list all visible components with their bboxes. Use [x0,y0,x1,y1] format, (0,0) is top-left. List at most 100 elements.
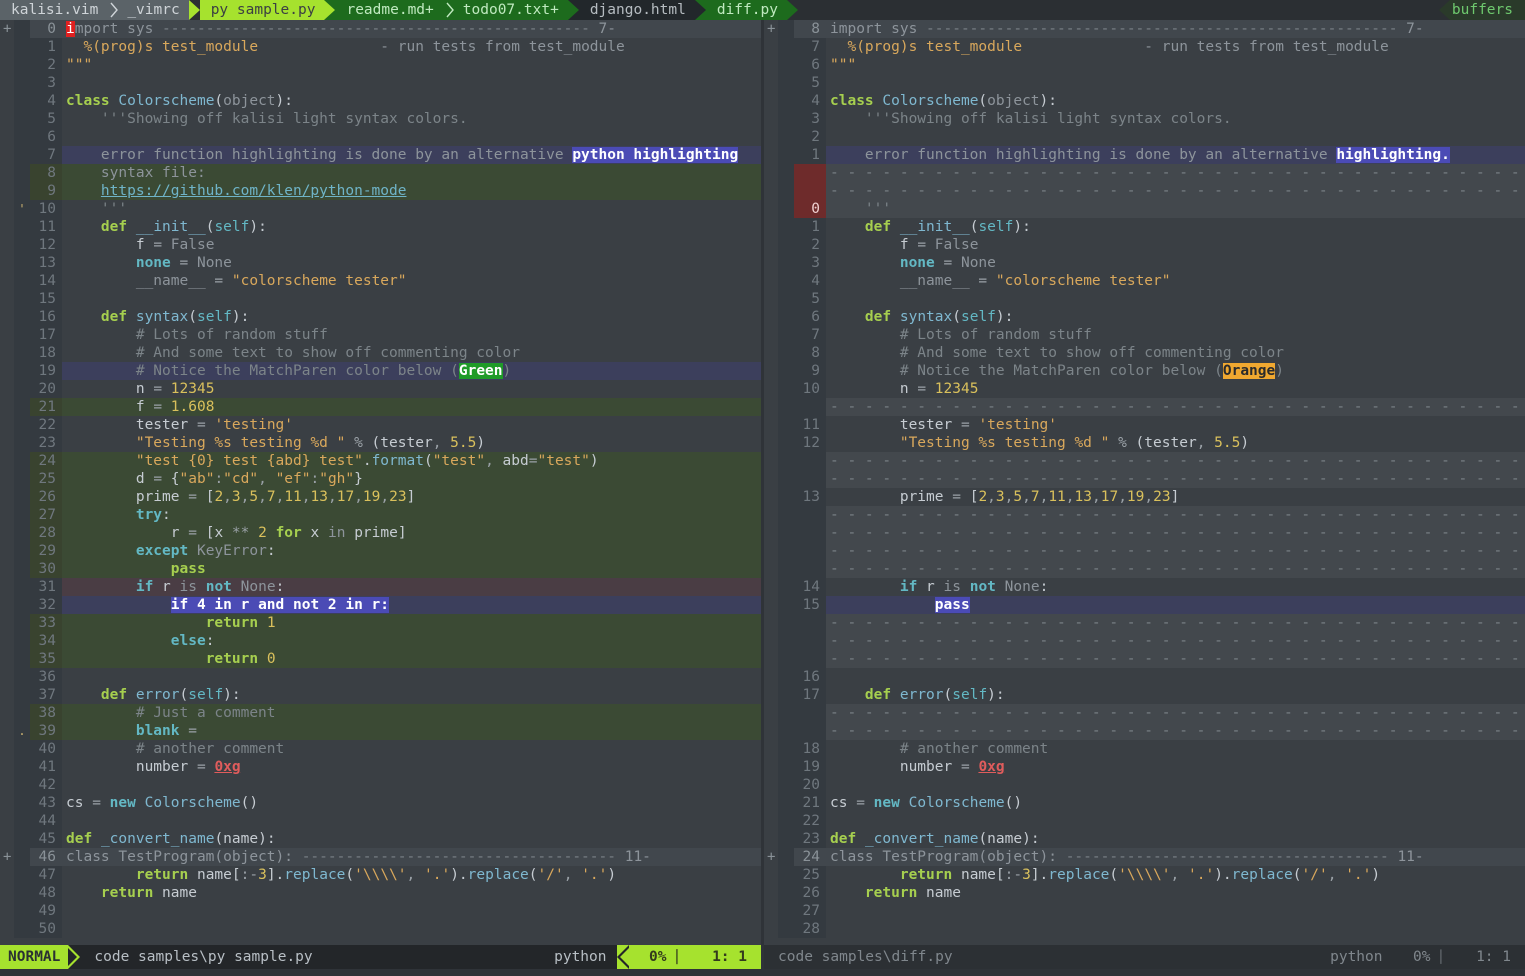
buffer-line[interactable]: 31 if r is not None: [0,578,761,596]
buffer-line[interactable]: 41 number = 0xg [0,758,761,776]
buffer-line[interactable]: 27 [764,902,1525,920]
buffer-line[interactable]: 6 """ [764,56,1525,74]
buffer-line[interactable]: 8 # And some text to show off commenting… [764,344,1525,362]
buffer-line[interactable]: 13 prime = [2,3,5,7,11,13,17,19,23] [764,488,1525,506]
buffer-line[interactable]: - - - - - - - - - - - - - - - - - - - - … [764,632,1525,650]
buffer-line[interactable]: 1 %(prog)s test_module - run tests from … [0,38,761,56]
buffer-line[interactable]: 7 error function highlighting is done by… [0,146,761,164]
buffer-line[interactable]: 12 "Testing %s testing %d " % (tester, 5… [764,434,1525,452]
fold-marker-icon[interactable]: + [764,848,778,866]
buffer-line[interactable]: - - - - - - - - - - - - - - - - - - - - … [764,542,1525,560]
buffer-line[interactable]: 6 def syntax(self): [764,308,1525,326]
buffer-line[interactable]: 33 return 1 [0,614,761,632]
buffer-line[interactable]: 1 def __init__(self): [764,218,1525,236]
tab-readme-md[interactable]: readme.md+ [335,0,443,20]
buffer-line[interactable]: 28 [764,920,1525,938]
buffers-label-container[interactable]: buffers [1449,0,1525,20]
buffer-line[interactable]: 45 def _convert_name(name): [0,830,761,848]
buffer-line[interactable]: 3 none = None [764,254,1525,272]
buffer-line[interactable]: 38 # Just a comment [0,704,761,722]
buffer-line[interactable]: 24 "test {0} test {abd} test".format("te… [0,452,761,470]
buffer-line[interactable]: 4 class Colorscheme(object): [0,92,761,110]
buffer-line[interactable]: 7 # Lots of random stuff [764,326,1525,344]
buffer-line[interactable]: 49 [0,902,761,920]
buffer-line[interactable]: 13 none = None [0,254,761,272]
buffer-line[interactable]: 42 [0,776,761,794]
buffer-line[interactable]: . 39 blank = [0,722,761,740]
buffer-line[interactable]: 20 [764,776,1525,794]
buffer-line[interactable]: 19 number = 0xg [764,758,1525,776]
fold-marker-icon[interactable]: + [0,848,14,866]
buffer-line[interactable]: 26 return name [764,884,1525,902]
buffer-line[interactable]: 2 """ [0,56,761,74]
buffer-line[interactable]: 2 [764,128,1525,146]
buffer-line[interactable]: 30 pass [0,560,761,578]
buffer-line[interactable]: 11 def __init__(self): [0,218,761,236]
buffer-line[interactable]: 15 [0,290,761,308]
tab-diff-py[interactable]: diff.py [705,0,787,20]
buffer-line[interactable]: - - - - - - - - - - - - - - - - - - - - … [764,452,1525,470]
buffer-line[interactable]: 9 https://github.com/klen/python-mode [0,182,761,200]
buffer-line[interactable]: 25 return name[:-3].replace('\\\\', '.')… [764,866,1525,884]
buffer-line[interactable]: 15 pass [764,596,1525,614]
tab-django-html[interactable]: django.html [578,0,695,20]
buffer-line[interactable]: 20 n = 12345 [0,380,761,398]
buffer-line[interactable]: - - - - - - - - - - - - - - - - - - - - … [764,704,1525,722]
buffer-line[interactable]: - - - - - - - - - - - - - - - - - - - - … [764,650,1525,668]
buffer-line[interactable]: 7 %(prog)s test_module - run tests from … [764,38,1525,56]
buffer-line[interactable]: 48 return name [0,884,761,902]
buffer-line[interactable]: 44 [0,812,761,830]
buffer-line[interactable]: 5 [764,290,1525,308]
buffer-line[interactable]: 18 # another comment [764,740,1525,758]
buffer-line[interactable]: - - - - - - - - - - - - - - - - - - - - … [764,506,1525,524]
buffer-line[interactable]: +46 class TestProgram(object): ----------… [0,848,761,866]
buffer-line[interactable]: 17 # Lots of random stuff [0,326,761,344]
buffer-line[interactable]: 16 [764,668,1525,686]
buffer-line[interactable]: 32 if 4 in r and not 2 in r: [0,596,761,614]
buffer-line[interactable]: 29 except KeyError: [0,542,761,560]
buffer-line[interactable]: 26 prime = [2,3,5,7,11,13,17,19,23] [0,488,761,506]
buffer-line[interactable]: 14 __name__ = "colorscheme tester" [0,272,761,290]
buffer-line[interactable]: - - - - - - - - - - - - - - - - - - - - … [764,560,1525,578]
buffer-line[interactable]: 3 '''Showing off kalisi light syntax col… [764,110,1525,128]
buffer-line[interactable]: 8 syntax file: [0,164,761,182]
tab-vimrc[interactable]: _vimrc [123,0,189,20]
buffer-line[interactable]: 3 [0,74,761,92]
buffer-line[interactable]: 22 [764,812,1525,830]
buffer-line[interactable]: 36 [0,668,761,686]
buffer-line[interactable]: 4 __name__ = "colorscheme tester" [764,272,1525,290]
fold-marker-icon[interactable]: + [0,20,14,38]
buffer-line[interactable]: 22 tester = 'testing' [0,416,761,434]
buffer-line[interactable]: 21 cs = new Colorscheme() [764,794,1525,812]
buffer-line[interactable]: 16 def syntax(self): [0,308,761,326]
buffer-line[interactable]: - - - - - - - - - - - - - - - - - - - - … [764,182,1525,200]
buffer-line[interactable]: 5 [764,74,1525,92]
fold-marker-icon[interactable]: + [764,20,778,38]
buffer-line[interactable]: - - - - - - - - - - - - - - - - - - - - … [764,524,1525,542]
buffer-line[interactable]: +8 import sys ---------------------------… [764,20,1525,38]
buffer-line[interactable]: 4 class Colorscheme(object): [764,92,1525,110]
tab-todo07-txt[interactable]: todo07.txt+ [458,0,568,20]
buffer-line[interactable]: 35 return 0 [0,650,761,668]
buffer-line[interactable]: 19 # Notice the MatchParen color below (… [0,362,761,380]
buffer-line[interactable]: 17 def error(self): [764,686,1525,704]
buffer-line[interactable]: 27 try: [0,506,761,524]
tab-kalisi-vim[interactable]: kalisi.vim [0,0,108,20]
buffer-line[interactable]: 14 if r is not None: [764,578,1525,596]
tab-py-sample-py[interactable]: py sample.py [199,0,325,20]
buffer-line[interactable]: +0 import sys ---------------------------… [0,20,761,38]
buffer-line[interactable]: 37 def error(self): [0,686,761,704]
buffer-line[interactable]: 47 return name[:-3].replace('\\\\', '.')… [0,866,761,884]
buffer-line[interactable]: 6 [0,128,761,146]
buffer-line[interactable]: - - - - - - - - - - - - - - - - - - - - … [764,470,1525,488]
buffer-line[interactable]: 12 f = False [0,236,761,254]
pane-left-py-sample[interactable]: +0 import sys ---------------------------… [0,20,761,945]
buffer-line[interactable]: - - - - - - - - - - - - - - - - - - - - … [764,722,1525,740]
buffer-line[interactable]: 1 error function highlighting is done by… [764,146,1525,164]
buffer-line[interactable]: 5 '''Showing off kalisi light syntax col… [0,110,761,128]
buffer-line[interactable]: 28 r = [x ** 2 for x in prime] [0,524,761,542]
buffer-line[interactable]: 23 def _convert_name(name): [764,830,1525,848]
buffer-line[interactable]: - - - - - - - - - - - - - - - - - - - - … [764,614,1525,632]
buffer-line[interactable]: 50 [0,920,761,938]
buffer-line[interactable]: 0 ''' [764,200,1525,218]
